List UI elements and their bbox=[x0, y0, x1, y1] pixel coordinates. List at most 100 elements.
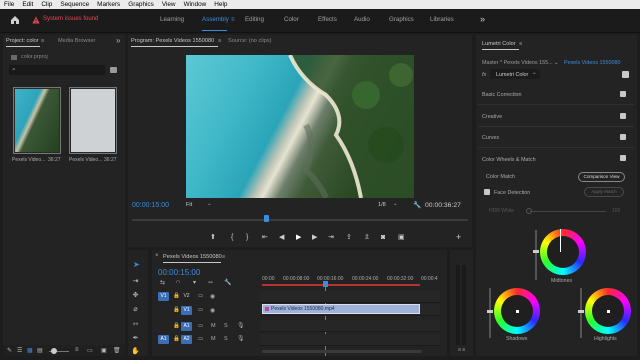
hand-tool-icon[interactable]: ✋ bbox=[131, 347, 140, 356]
tab-project-menu-icon[interactable]: ≡ bbox=[41, 38, 44, 44]
sync-icon[interactable]: ▭ bbox=[198, 336, 203, 342]
go-to-in-icon[interactable]: ⇤ bbox=[262, 233, 268, 242]
shadows-slider-handle[interactable] bbox=[487, 310, 493, 313]
mark-out-icon[interactable]: } bbox=[246, 233, 248, 242]
sync-icon[interactable]: ▭ bbox=[198, 293, 203, 299]
video-clip[interactable]: Pexels Videos 1550080.mp4 bbox=[262, 304, 420, 314]
shadows-wheel[interactable] bbox=[494, 288, 540, 334]
workspace-audio[interactable]: Audio bbox=[354, 16, 370, 23]
captions-icon[interactable]: ⇿ bbox=[208, 279, 213, 286]
add-marker-timeline-icon[interactable]: ▾ bbox=[193, 279, 196, 286]
midtones-slider-handle[interactable] bbox=[533, 250, 539, 253]
comparison-view-icon[interactable]: ▣ bbox=[398, 233, 405, 242]
highlights-slider[interactable] bbox=[580, 288, 582, 338]
tab-timeline-menu-icon[interactable]: ≡ bbox=[222, 254, 225, 260]
solo-button[interactable]: S bbox=[224, 336, 228, 342]
track-v2-label[interactable]: V2 bbox=[181, 292, 192, 301]
midtones-wheel[interactable] bbox=[540, 229, 586, 275]
mark-in-icon[interactable]: { bbox=[231, 233, 233, 242]
midtones-slider[interactable] bbox=[535, 230, 537, 280]
slip-icon[interactable]: ⇿ bbox=[131, 320, 140, 329]
add-marker-icon[interactable]: ⬆ bbox=[210, 233, 216, 242]
eye-icon[interactable]: ◉ bbox=[210, 293, 215, 300]
camera-icon[interactable]: ◙ bbox=[381, 233, 385, 242]
menu-sequence[interactable]: Sequence bbox=[56, 0, 93, 9]
menu-markers[interactable]: Markers bbox=[93, 0, 124, 9]
basic-correction-checkbox[interactable] bbox=[620, 91, 626, 97]
track-v1-label[interactable]: V1 bbox=[181, 306, 192, 315]
new-bin-icon[interactable] bbox=[110, 67, 117, 73]
tab-project[interactable]: Project: color bbox=[6, 38, 39, 44]
section-curves[interactable]: Curves bbox=[482, 135, 499, 141]
mute-button[interactable]: M bbox=[211, 323, 216, 329]
workspace-color[interactable]: Color bbox=[284, 16, 299, 23]
menu-help[interactable]: Help bbox=[210, 0, 231, 9]
search-input[interactable] bbox=[9, 65, 105, 75]
track-select-icon[interactable]: ⇥ bbox=[131, 277, 140, 286]
step-forward-icon[interactable]: ▶ bbox=[312, 233, 317, 242]
workspace-learning[interactable]: Learning bbox=[160, 16, 184, 23]
play-icon[interactable]: ▶ bbox=[296, 233, 301, 242]
menu-edit[interactable]: Edit bbox=[18, 0, 37, 9]
ripple-edit-icon[interactable]: ✥ bbox=[131, 291, 140, 300]
tab-program-menu-icon[interactable]: ≡ bbox=[218, 38, 221, 44]
workspace-assembly[interactable]: Assembly bbox=[202, 16, 229, 23]
curves-checkbox[interactable] bbox=[620, 134, 626, 140]
lumetri-master-clip[interactable]: Master * Pexels Videos 155... bbox=[482, 60, 553, 66]
apply-match-button[interactable]: Apply Match bbox=[584, 187, 624, 197]
meter-solo-labels[interactable]: S S bbox=[458, 347, 465, 352]
eye-icon[interactable]: ◉ bbox=[210, 307, 215, 314]
add-button-icon[interactable]: + bbox=[456, 233, 461, 242]
lock-icon[interactable]: 🔒 bbox=[173, 336, 180, 342]
workspace-effects[interactable]: Effects bbox=[318, 16, 337, 23]
microphone-icon[interactable]: 🎙 bbox=[237, 335, 245, 342]
sort-icon[interactable]: ≡ bbox=[75, 347, 79, 353]
mute-button[interactable]: M bbox=[211, 336, 216, 342]
snap-icon[interactable]: ⇆ bbox=[160, 279, 165, 286]
system-issues-text[interactable]: System issues found bbox=[43, 16, 98, 22]
track-a1-source[interactable]: A1 bbox=[158, 335, 169, 344]
creative-checkbox[interactable] bbox=[620, 113, 626, 119]
track-a1-label[interactable]: A1 bbox=[181, 322, 192, 331]
extract-icon[interactable]: ⇫ bbox=[364, 233, 370, 242]
trash-icon[interactable]: 🗑 bbox=[113, 347, 121, 354]
program-playhead[interactable] bbox=[264, 215, 269, 222]
lift-icon[interactable]: ⇪ bbox=[346, 233, 352, 242]
zoom-slider-handle[interactable] bbox=[51, 348, 57, 354]
resolution-dropdown[interactable]: 1/8 bbox=[378, 202, 386, 208]
workspace-menu-icon[interactable]: ≡ bbox=[231, 17, 235, 23]
workspace-libraries[interactable]: Libraries bbox=[430, 16, 454, 23]
fit-dropdown[interactable]: Fit bbox=[186, 202, 192, 208]
solo-button[interactable]: S bbox=[224, 323, 228, 329]
color-wheels-checkbox[interactable] bbox=[620, 155, 626, 161]
freeform-view-icon[interactable]: ▤ bbox=[37, 347, 43, 354]
folder-icon[interactable]: ▭ bbox=[87, 347, 93, 354]
list-view-icon[interactable]: ☰ bbox=[17, 347, 22, 354]
work-area-bar[interactable] bbox=[262, 284, 420, 286]
home-icon[interactable] bbox=[10, 15, 20, 25]
fit-chevron-down-icon[interactable]: ⌄ bbox=[207, 201, 212, 207]
sync-icon[interactable]: ▭ bbox=[198, 307, 203, 313]
section-color-wheels[interactable]: Color Wheels & Match bbox=[482, 157, 536, 163]
tab-source[interactable]: Source: (no clips) bbox=[228, 38, 272, 44]
timeline-scrollbar[interactable] bbox=[262, 350, 422, 353]
lock-icon[interactable]: 🔒 bbox=[173, 323, 180, 329]
warning-icon[interactable] bbox=[32, 16, 40, 24]
panel-overflow-icon[interactable]: » bbox=[116, 36, 120, 45]
new-item-icon[interactable]: ▣ bbox=[101, 347, 107, 354]
comparison-view-button[interactable]: Comparison View bbox=[578, 172, 625, 182]
program-timecode[interactable]: 00:00:15:00 bbox=[132, 202, 169, 209]
highlights-slider-handle[interactable] bbox=[578, 310, 584, 313]
effect-chevron-icon[interactable]: ⌄ bbox=[532, 70, 537, 76]
pen-icon[interactable]: ✎ bbox=[7, 347, 12, 354]
linked-selection-icon[interactable]: ∩ bbox=[176, 279, 180, 285]
timeline-settings-icon[interactable]: 🔧 bbox=[224, 279, 231, 286]
program-scrub-bar[interactable] bbox=[132, 219, 468, 221]
video-frame[interactable] bbox=[186, 55, 414, 198]
workspace-overflow-icon[interactable]: » bbox=[480, 14, 485, 24]
track-a2-label[interactable]: A2 bbox=[181, 335, 192, 344]
lumetri-sequence-clip[interactable]: Pexels Videos 1550080 bbox=[564, 60, 621, 66]
tab-lumetri[interactable]: Lumetri Color bbox=[482, 41, 516, 47]
menu-clip[interactable]: Clip bbox=[37, 0, 56, 9]
go-to-out-icon[interactable]: ⇥ bbox=[328, 233, 334, 242]
